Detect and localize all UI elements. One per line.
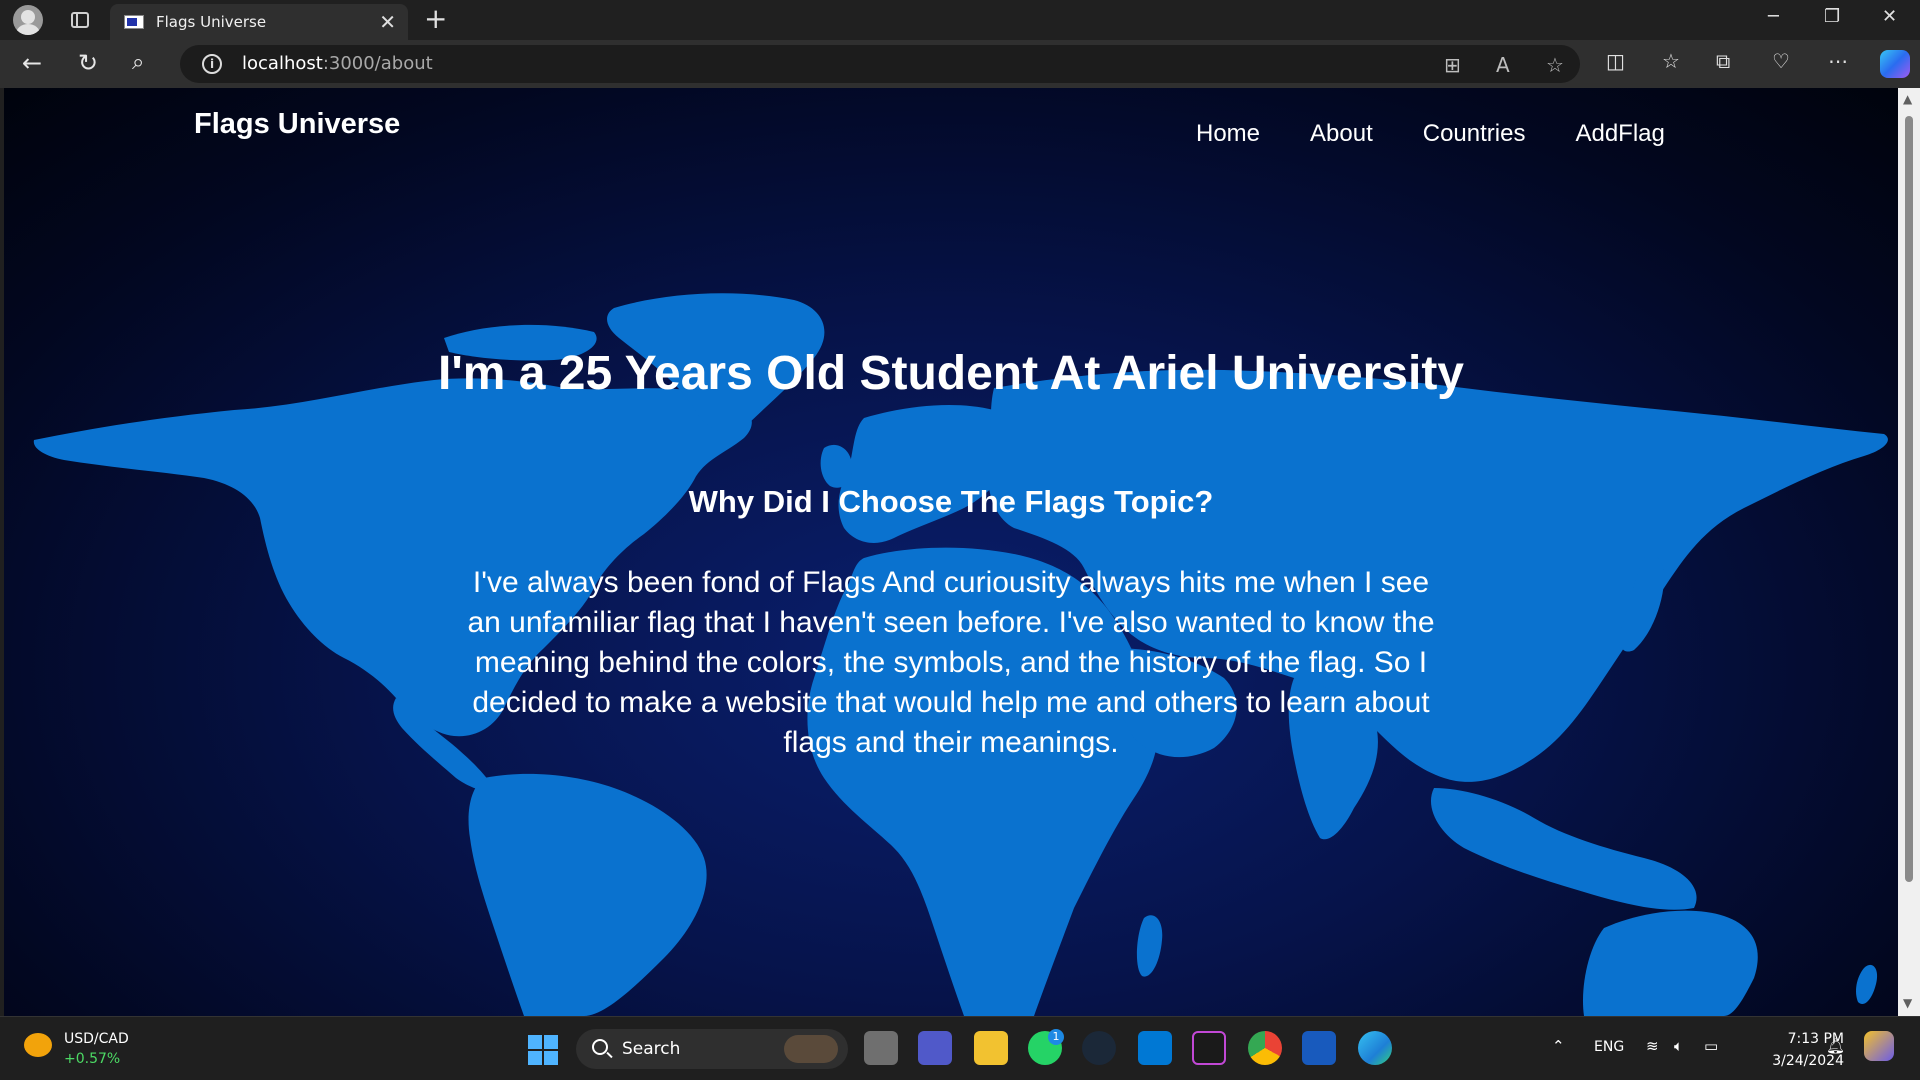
back-arrow-icon[interactable]: ← — [22, 50, 42, 76]
weather-widget-icon[interactable] — [24, 1033, 52, 1057]
site-logo[interactable]: Flags Universe — [194, 108, 400, 141]
address-bar[interactable]: i localhost:3000/about ⊞ A ☆ — [180, 45, 1580, 83]
search-label: Search — [622, 1039, 681, 1059]
copilot-taskbar-icon[interactable] — [1864, 1031, 1894, 1061]
tab-title: Flags Universe — [156, 13, 267, 31]
show-hidden-icons-chevron-icon[interactable]: ⌃ — [1552, 1037, 1565, 1055]
nav-link-about[interactable]: About — [1310, 120, 1373, 148]
browser-essentials-icon[interactable]: ♡ — [1772, 49, 1790, 73]
windows-taskbar: USD/CAD +0.57% Search 1 ⌃ ENG ≋ 🔈︎ ▭ 7:1… — [0, 1016, 1920, 1080]
section-heading: Why Did I Choose The Flags Topic? — [688, 484, 1214, 519]
copilot-icon[interactable] — [1880, 50, 1910, 78]
volume-icon[interactable]: 🔈︎ — [1674, 1037, 1683, 1055]
clock-date[interactable]: 3/24/2024 — [1744, 1053, 1844, 1069]
file-explorer-icon[interactable] — [974, 1031, 1008, 1065]
intellij-icon[interactable] — [1192, 1031, 1226, 1065]
split-screen-icon[interactable]: ◫ — [1606, 49, 1625, 73]
scroll-up-arrow-icon[interactable]: ▲ — [1903, 92, 1912, 106]
page-title: I'm a 25 Years Old Student At Ariel Univ… — [438, 347, 1464, 400]
nav-link-home[interactable]: Home — [1196, 120, 1260, 148]
wifi-icon[interactable]: ≋ — [1646, 1037, 1659, 1055]
teams-icon[interactable] — [918, 1031, 952, 1065]
edge-icon[interactable] — [1358, 1031, 1392, 1065]
word-icon[interactable] — [1302, 1031, 1336, 1065]
restore-icon[interactable]: ❐ — [1824, 6, 1840, 27]
vscode-icon[interactable] — [1138, 1031, 1172, 1065]
url-text[interactable]: localhost:3000/about — [242, 53, 433, 74]
more-menu-icon[interactable]: ⋯ — [1828, 49, 1848, 73]
read-aloud-icon[interactable]: A — [1496, 53, 1510, 77]
whatsapp-badge: 1 — [1048, 1029, 1064, 1045]
flag-favicon-icon — [124, 15, 144, 29]
minimize-icon[interactable]: ─ — [1768, 6, 1779, 27]
scrollbar-thumb[interactable] — [1905, 116, 1913, 882]
favorite-star-icon[interactable]: ☆ — [1546, 53, 1564, 77]
close-window-icon[interactable]: ✕ — [1882, 6, 1897, 27]
close-tab-icon[interactable]: ✕ — [379, 12, 396, 32]
chrome-icon[interactable] — [1248, 1031, 1282, 1065]
page-scrollbar[interactable]: ▲ ▼ — [1898, 88, 1920, 1016]
scroll-down-arrow-icon[interactable]: ▼ — [1903, 996, 1912, 1010]
tab-actions-icon[interactable] — [71, 12, 89, 28]
nav-link-countries[interactable]: Countries — [1423, 120, 1526, 148]
browser-tab-flags-universe[interactable]: Flags Universe ✕ — [110, 4, 408, 40]
browser-toolbar: ← ↻ ⌕ i localhost:3000/about ⊞ A ☆ ◫ ☆ ⧉… — [0, 40, 1920, 88]
windows-start-icon[interactable] — [528, 1035, 558, 1065]
notification-bell-icon[interactable]: 🔔︎ — [1826, 1037, 1845, 1055]
about-paragraph: I've always been fond of Flags And curio… — [467, 566, 1435, 759]
search-highlight-icon — [784, 1035, 838, 1063]
search-tab-icon[interactable]: ⌕ — [132, 50, 144, 76]
battery-icon[interactable]: ▭ — [1704, 1037, 1718, 1055]
search-icon — [592, 1039, 608, 1055]
nav-link-addflag[interactable]: AddFlag — [1575, 120, 1664, 148]
ticker-name[interactable]: USD/CAD — [64, 1031, 129, 1047]
steam-icon[interactable] — [1082, 1031, 1116, 1065]
taskbar-search[interactable]: Search — [576, 1029, 848, 1069]
language-indicator[interactable]: ENG — [1594, 1039, 1624, 1055]
favorites-icon[interactable]: ☆ — [1662, 49, 1680, 73]
task-view-icon[interactable] — [864, 1031, 898, 1065]
site-header: Flags Universe Home About Countries AddF… — [4, 88, 1898, 188]
collections-icon[interactable]: ⧉ — [1716, 49, 1730, 73]
profile-avatar-icon[interactable] — [13, 5, 43, 35]
site-info-icon[interactable]: i — [202, 54, 222, 74]
new-tab-icon[interactable]: + — [424, 5, 447, 33]
ticker-change: +0.57% — [64, 1051, 121, 1067]
refresh-icon[interactable]: ↻ — [78, 50, 98, 76]
browser-titlebar: Flags Universe ✕ + ─ ❐ ✕ — [0, 0, 1920, 40]
page-viewport: Flags Universe Home About Countries AddF… — [4, 88, 1898, 1016]
world-map-background — [33, 293, 1888, 1016]
site-nav: Home About Countries AddFlag — [1196, 120, 1665, 148]
app-available-icon[interactable]: ⊞ — [1444, 53, 1461, 77]
